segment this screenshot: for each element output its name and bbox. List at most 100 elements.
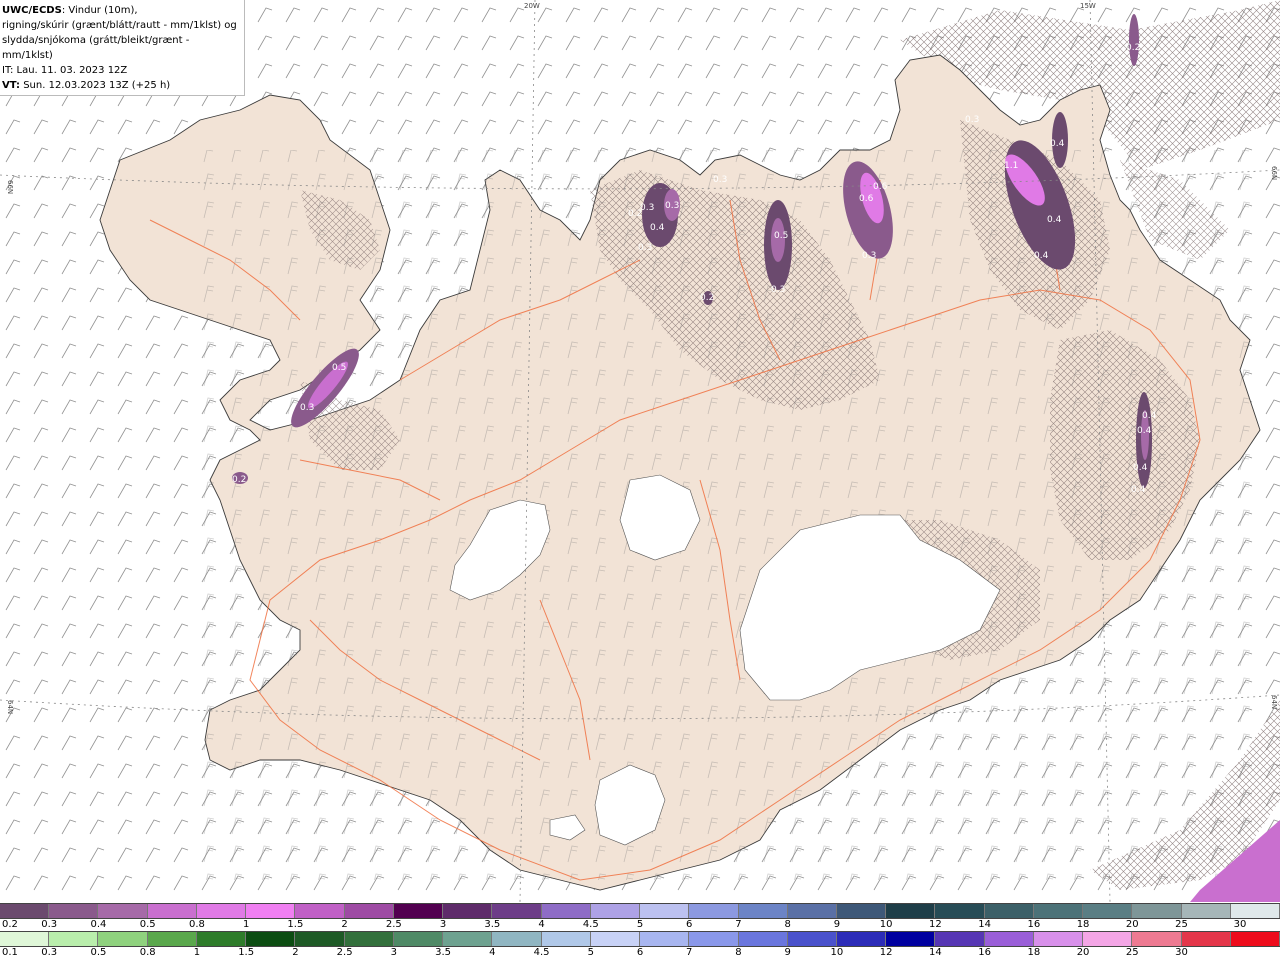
colorbar-tick-label: 0.5	[90, 947, 107, 958]
colorbar-swatch	[738, 932, 788, 946]
colorbar-tick-label: 3.5	[484, 919, 501, 930]
colorbar-swatch	[541, 904, 591, 918]
colorbar-swatch	[1230, 932, 1280, 946]
colorbar-swatch	[886, 904, 936, 918]
colorbar-tick-label: 0.2	[2, 919, 18, 930]
description-line2: rigning/skúrir (grænt/blátt/rautt - mm/1…	[2, 20, 237, 31]
colorbar-swatch	[246, 904, 296, 918]
colorbar-tick-label: 25	[1175, 919, 1188, 930]
colorbar-tick-label: 0.8	[139, 947, 156, 958]
precip-label: 0.3	[665, 201, 679, 211]
colorbar-tick-label: 8	[784, 919, 791, 930]
colorbar-swatch	[492, 904, 542, 918]
precip-label: 0.5	[774, 231, 788, 241]
colorbar-swatch	[443, 932, 493, 946]
snow-colorbar-swatches	[0, 903, 1280, 919]
precip-label: 0.4	[1133, 463, 1148, 473]
colorbar-tick-label: 30	[1233, 919, 1247, 930]
colorbar-swatch	[1132, 932, 1182, 946]
colorbar-tick-label: 9	[784, 947, 791, 958]
colorbar-swatch	[787, 932, 837, 946]
rain-colorbar-swatches	[0, 931, 1280, 947]
info-title-line: UWC/ECDS: Vindur (10m),	[2, 3, 242, 18]
precip-label: 1.1	[1004, 161, 1018, 171]
colorbar-tick-label: 25	[1125, 947, 1139, 958]
colorbar-tick-label: 7	[686, 947, 693, 958]
precip-label: 0.2	[700, 293, 714, 303]
colorbar-swatch	[147, 932, 197, 946]
colorbar-swatch	[836, 904, 887, 918]
colorbar-tick-label: 1	[242, 919, 250, 930]
valid-time-line: VT: Sun. 12.03.2023 13Z (+25 h)	[2, 78, 242, 93]
colorbar-swatch	[886, 932, 936, 946]
valid-time-value: Sun. 12.03.2023 13Z (+25 h)	[20, 80, 171, 91]
colorbar-tick-label: 14	[978, 919, 991, 930]
precip-label: 0.6	[873, 182, 888, 192]
colorbar-tick-label: 16	[978, 947, 991, 958]
colorbar-tick-label: 1.5	[238, 947, 255, 958]
colorbar-swatch	[1181, 932, 1231, 946]
precip-label: 0.4	[1050, 139, 1065, 149]
precip-label: 0.4	[1131, 485, 1146, 495]
colorbar-swatch	[393, 904, 444, 918]
colorbar-tick-label: 4	[489, 947, 496, 958]
precip-label: 0.5	[332, 363, 346, 373]
colorbar-tick-label: 2.5	[336, 947, 353, 958]
colorbar-tick-label: 4.5	[582, 919, 599, 930]
colorbar-tick-label: 12	[879, 947, 893, 958]
issue-time: IT: Lau. 11. 03. 2023 12Z	[2, 65, 128, 76]
colorbar-tick-label: 14	[929, 947, 942, 958]
forecast-info-box: UWC/ECDS: Vindur (10m), rigning/skúrir (…	[0, 0, 245, 96]
colorbar-tick-label: 1	[193, 947, 201, 958]
colorbar-tick-label: 9	[833, 919, 841, 930]
colorbar-swatch	[836, 932, 887, 946]
colorbar-swatch	[640, 904, 690, 918]
precip-label: 0.4	[1137, 426, 1152, 436]
colorbar-tick-label: 0.5	[139, 919, 156, 930]
colorbar-tick-label: 4.5	[533, 947, 550, 958]
colorbar-tick-label: 2	[341, 919, 348, 930]
colorbar-swatch	[689, 932, 739, 946]
colorbar-tick-label: 0.4	[90, 919, 107, 930]
colorbar-tick-label: 3	[390, 947, 398, 958]
colorbar-swatch	[0, 932, 50, 946]
colorbar-tick-label: 10	[879, 919, 893, 930]
precip-label: 0.4	[1034, 251, 1049, 261]
colorbar-swatch	[935, 904, 985, 918]
colorbar-tick-label: 5	[587, 947, 594, 958]
colorbar-tick-label: 0.1	[2, 947, 18, 958]
colorbar-tick-label: 2.5	[385, 919, 402, 930]
colorbar-tick-label: 18	[1076, 919, 1090, 930]
colorbar-swatch	[246, 932, 296, 946]
colorbar-swatch	[1181, 904, 1231, 918]
colorbar-tick-label: 10	[830, 947, 844, 958]
colorbar-swatch	[590, 904, 641, 918]
colorbar-swatch	[640, 932, 690, 946]
grid-label-lon-20w: 20W	[524, 2, 540, 10]
colorbar-tick-label: 6	[636, 947, 644, 958]
colorbar-swatch	[787, 904, 837, 918]
colorbar-tick-label: 2	[292, 947, 299, 958]
colorbar-tick-label: 4	[538, 919, 545, 930]
valid-time-label: VT:	[2, 80, 21, 91]
colorbar-tick-label: 7	[735, 919, 742, 930]
land-wind-barbs	[200, 150, 1260, 880]
colorbar-swatch	[295, 932, 345, 946]
precip-label: 0.6	[859, 194, 874, 204]
colorbar-tick-label: 1.5	[287, 919, 304, 930]
snow-colorbar: 0.2 0.3 0.4 0.5 0.8 1 1.5 2 2.5 3 3.5 4 4.5 5 6 7 8 9 10 12…	[0, 903, 1280, 932]
colorbar-swatch	[98, 932, 148, 946]
colorbar-swatch	[1033, 932, 1084, 946]
precip-label: 0.3	[965, 115, 979, 125]
colorbar-tick-label: 20	[1125, 919, 1139, 930]
precip-label: 0.4	[1142, 411, 1157, 421]
grid-label-lon-15w: 15W	[1080, 2, 1096, 10]
colorbar-swatch	[295, 904, 345, 918]
colorbar-swatch	[147, 904, 197, 918]
colorbar-swatch	[49, 904, 99, 918]
colorbar-tick-label: 0.8	[188, 919, 205, 930]
colorbar-tick-label: 12	[929, 919, 942, 930]
colorbar-swatch	[590, 932, 641, 946]
rain-colorbar: 0.1 0.3 0.5 0.8 1 1.5 2 2.5 3 3.5 4 4.5 5 6 7 8 9 10 12 14 1…	[0, 931, 1280, 960]
colorbar-swatch	[443, 904, 493, 918]
